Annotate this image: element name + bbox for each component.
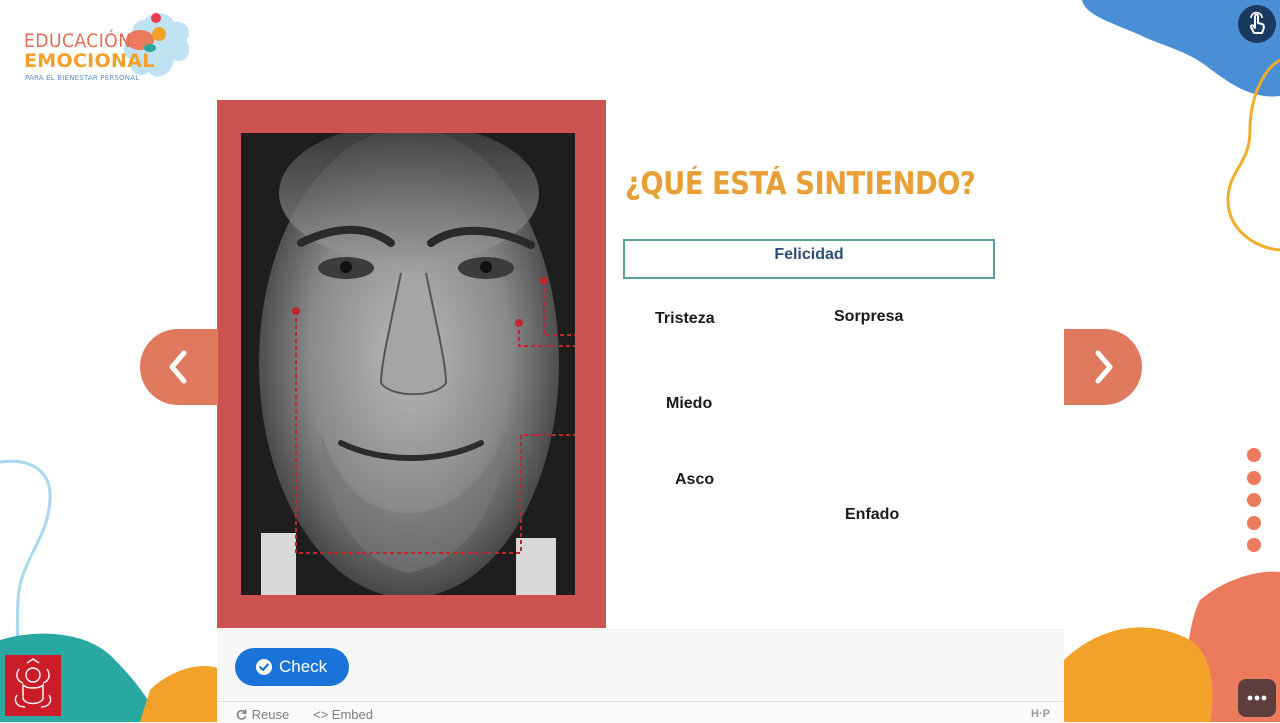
dropped-answer[interactable]: Felicidad <box>625 246 993 264</box>
draggable-option-enfado[interactable]: Enfado <box>839 503 905 527</box>
touch-mode-button[interactable] <box>1238 5 1276 43</box>
h5p-logo[interactable]: H·P <box>1031 708 1050 720</box>
reuse-link[interactable]: Reuse <box>235 707 289 722</box>
more-dots-icon <box>1247 695 1267 701</box>
chevron-right-icon <box>1095 350 1113 384</box>
slide-dot-5[interactable] <box>1247 538 1261 552</box>
question-title: ¿QUÉ ESTÁ SINTIENDO? <box>625 166 976 202</box>
check-button[interactable]: Check <box>235 648 349 686</box>
slide-dot-3[interactable] <box>1247 493 1261 507</box>
drag-text-card: ¿QUÉ ESTÁ SINTIENDO? Felicidad Tristeza … <box>217 100 1064 630</box>
light-blue-curve-left <box>0 459 52 661</box>
touch-hand-icon <box>1249 11 1265 34</box>
check-button-label: Check <box>279 657 328 676</box>
draggable-option-asco[interactable]: Asco <box>669 468 720 492</box>
photo-frame <box>217 100 606 628</box>
face-photo-image <box>241 133 575 595</box>
educacion-emocional-logo: EDUCACIÓN EMOCIONAL PARA EL BIENESTAR PE… <box>22 10 192 90</box>
bogota-crest-logo <box>5 655 61 716</box>
next-slide-button[interactable] <box>1064 329 1142 405</box>
previous-slide-button[interactable] <box>140 329 218 405</box>
draggable-option-sorpresa[interactable]: Sorpresa <box>828 305 909 329</box>
refresh-icon <box>236 709 247 720</box>
embed-link[interactable]: <> Embed <box>313 707 373 722</box>
more-options-button[interactable] <box>1238 679 1276 717</box>
orange-blob-bottom-left <box>140 666 217 722</box>
check-button-bar: Check <box>217 629 1064 702</box>
slide-dot-1[interactable] <box>1247 448 1261 462</box>
answer-drop-zone[interactable]: Felicidad <box>623 239 995 279</box>
checkmark-circle-icon <box>256 659 272 675</box>
chevron-left-icon <box>169 350 187 384</box>
logo-line-emocional: EMOCIONAL <box>24 50 155 72</box>
face-photo <box>241 133 575 595</box>
reuse-label: Reuse <box>251 707 290 722</box>
draggable-option-tristeza[interactable]: Tristeza <box>649 307 721 331</box>
draggable-option-miedo[interactable]: Miedo <box>660 392 718 416</box>
slide-dot-4[interactable] <box>1247 516 1261 530</box>
h5p-footer: Reuse <> Embed H·P <box>217 701 1064 723</box>
logo-line-subtitle: PARA EL BIENESTAR PERSONAL <box>25 74 140 82</box>
slide-dot-2[interactable] <box>1247 471 1261 485</box>
logo-line-educacion: EDUCACIÓN <box>24 30 132 52</box>
orange-blob-bottom-right <box>1064 627 1213 722</box>
